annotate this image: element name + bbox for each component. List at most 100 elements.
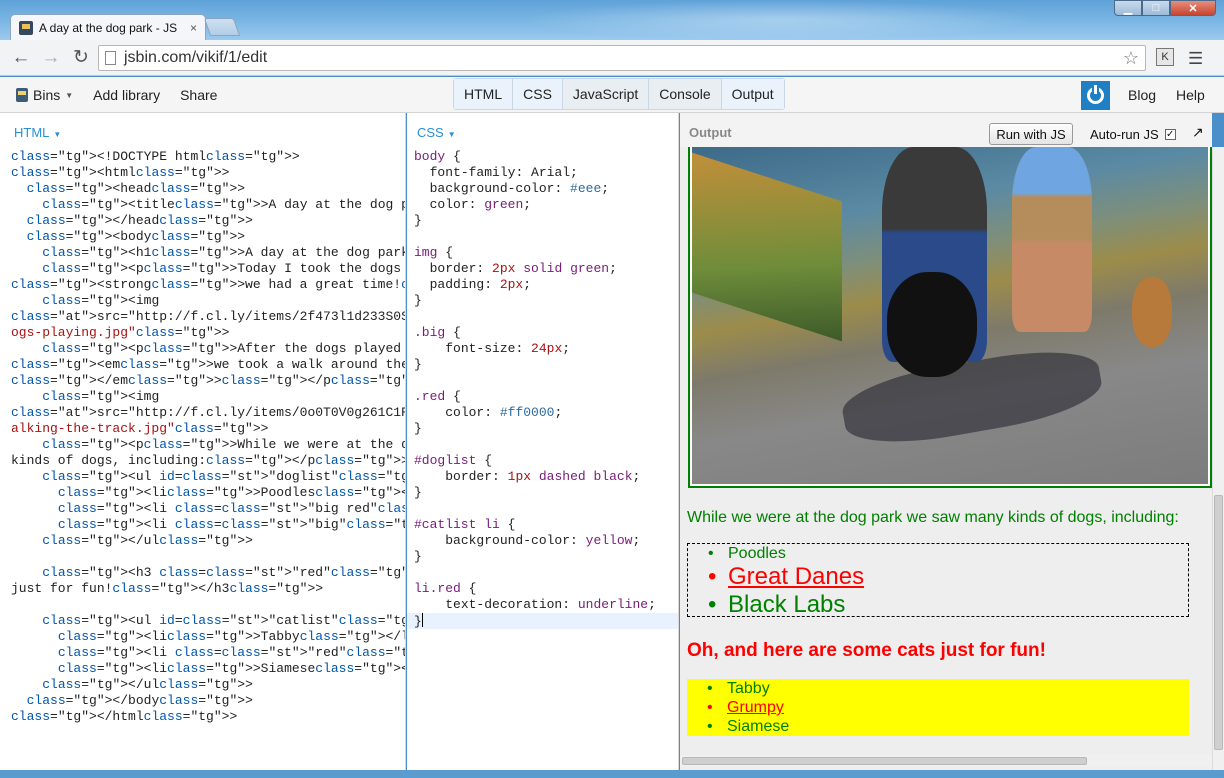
bins-menu[interactable]: Bins ▼: [16, 87, 73, 103]
back-arrow-icon[interactable]: ←: [6, 43, 36, 73]
code-line[interactable]: class="tg"><htmlclass="tg">>: [11, 165, 405, 181]
code-line[interactable]: [414, 437, 678, 453]
code-line[interactable]: class="tg"><li class=class="st">"red"cla…: [11, 645, 405, 661]
output-horizontal-scrollbar[interactable]: [680, 755, 1212, 767]
code-line[interactable]: class="tg"><liclass="tg">>Tabbyclass="tg…: [11, 629, 405, 645]
code-line[interactable]: class="tg"><pclass="tg">>While we were a…: [11, 437, 405, 453]
html-editor-pane[interactable]: HTML ▼ class="tg"><!DOCTYPE htmlclass="tg…: [0, 113, 406, 770]
login-power-icon[interactable]: [1081, 80, 1110, 110]
panel-toggle-javascript[interactable]: JavaScript: [563, 79, 650, 109]
code-line[interactable]: class="tg"><headclass="tg">>: [11, 181, 405, 197]
autorun-toggle[interactable]: Auto-run JS ✓: [1090, 127, 1176, 142]
code-line[interactable]: class="tg"><emclass="tg">>we took a walk…: [11, 357, 405, 373]
code-line[interactable]: color: green;: [414, 197, 678, 213]
code-line[interactable]: just for fun!class="tg"></h3class="tg">>: [11, 581, 405, 597]
code-line[interactable]: [414, 501, 678, 517]
blog-link[interactable]: Blog: [1128, 87, 1156, 103]
code-line[interactable]: [414, 229, 678, 245]
address-bar[interactable]: jsbin.com/vikif/1/edit ☆: [98, 45, 1146, 71]
autorun-checkbox[interactable]: ✓: [1164, 129, 1176, 140]
extension-icon[interactable]: K: [1156, 48, 1174, 66]
chrome-menu-icon[interactable]: ☰: [1188, 49, 1203, 69]
maximize-button[interactable]: □: [1142, 0, 1170, 16]
code-line[interactable]: class="tg"><li class=class="st">"big"cla…: [11, 517, 405, 533]
code-line[interactable]: border: 1px dashed black;: [414, 469, 678, 485]
code-line[interactable]: }: [414, 549, 678, 565]
browser-tab[interactable]: A day at the dog park - JS ×: [10, 14, 206, 40]
panel-toggle-html[interactable]: HTML: [454, 79, 514, 109]
code-line[interactable]: }: [414, 357, 678, 373]
code-line[interactable]: class="at">src="http://f.cl.ly/items/2f4…: [11, 309, 405, 325]
output-vertical-scrollbar[interactable]: [1212, 147, 1224, 770]
code-line[interactable]: }: [414, 293, 678, 309]
panel-toggle-console[interactable]: Console: [649, 79, 722, 109]
code-line[interactable]: font-size: 24px;: [414, 341, 678, 357]
code-line[interactable]: border: 2px solid green;: [414, 261, 678, 277]
code-line[interactable]: font-family: Arial;: [414, 165, 678, 181]
code-line[interactable]: class="tg"><img: [11, 389, 405, 405]
new-tab-button[interactable]: [203, 18, 241, 36]
code-line[interactable]: text-decoration: underline;: [414, 597, 678, 613]
code-line[interactable]: img {: [414, 245, 678, 261]
code-line[interactable]: class="tg"><h3 class=class="st">"red"cla…: [11, 565, 405, 581]
code-line[interactable]: #catlist li {: [414, 517, 678, 533]
scrollbar-thumb[interactable]: [682, 757, 1087, 765]
code-line[interactable]: class="tg"></htmlclass="tg">>: [11, 709, 405, 725]
code-line[interactable]: }: [414, 213, 678, 229]
code-line[interactable]: class="tg"></emclass="tg">>class="tg"></…: [11, 373, 405, 389]
code-line[interactable]: li.red {: [414, 581, 678, 597]
run-with-js-button[interactable]: Run with JS: [989, 123, 1073, 145]
add-library-button[interactable]: Add library: [93, 87, 160, 103]
code-line[interactable]: background-color: #eee;: [414, 181, 678, 197]
reload-icon[interactable]: ↻: [66, 43, 96, 73]
code-line[interactable]: class="tg"><titleclass="tg">>A day at th…: [11, 197, 405, 213]
code-line[interactable]: [414, 373, 678, 389]
code-line[interactable]: class="tg"><pclass="tg">>Today I took th…: [11, 261, 405, 277]
code-line[interactable]: color: #ff0000;: [414, 405, 678, 421]
css-pane-label[interactable]: CSS ▼: [417, 125, 456, 140]
code-line[interactable]: class="tg"><liclass="tg">>Poodlesclass="…: [11, 485, 405, 501]
code-line[interactable]: .big {: [414, 325, 678, 341]
share-button[interactable]: Share: [180, 87, 217, 103]
code-line[interactable]: padding: 2px;: [414, 277, 678, 293]
code-line[interactable]: class="tg"><h1class="tg">>A day at the d…: [11, 245, 405, 261]
minimize-button[interactable]: ▁: [1114, 0, 1142, 16]
code-line[interactable]: class="tg"><strongclass="tg">>we had a g…: [11, 277, 405, 293]
bookmark-star-icon[interactable]: ☆: [1123, 48, 1139, 69]
code-line[interactable]: class="tg"></bodyclass="tg">>: [11, 693, 405, 709]
code-line[interactable]: class="tg"><bodyclass="tg">>: [11, 229, 405, 245]
code-line[interactable]: class="tg"></ulclass="tg">>: [11, 677, 405, 693]
css-code[interactable]: body { font-family: Arial; background-co…: [407, 149, 678, 629]
code-line[interactable]: class="tg"><pclass="tg">>After the dogs …: [11, 341, 405, 357]
code-line[interactable]: class="tg"><li class=class="st">"big red…: [11, 501, 405, 517]
code-line[interactable]: body {: [414, 149, 678, 165]
code-line[interactable]: }: [414, 421, 678, 437]
code-line[interactable]: alking-the-track.jpg"class="tg">>: [11, 421, 405, 437]
html-code[interactable]: class="tg"><!DOCTYPE htmlclass="tg">> cla…: [11, 149, 405, 725]
tab-close-icon[interactable]: ×: [190, 21, 197, 35]
html-pane-label[interactable]: HTML ▼: [14, 125, 61, 140]
panel-toggle-css[interactable]: CSS: [513, 79, 563, 109]
panel-toggle-output[interactable]: Output: [721, 79, 784, 109]
code-line[interactable]: class="tg"><ul id=class="st">"catlist"cl…: [11, 613, 405, 629]
css-editor-pane[interactable]: CSS ▼ body { font-family: Arial; backgrou…: [407, 113, 679, 770]
forward-arrow-icon[interactable]: →: [36, 43, 66, 73]
code-line[interactable]: }: [414, 485, 678, 501]
code-line[interactable]: [11, 597, 405, 613]
code-line[interactable]: background-color: yellow;: [414, 533, 678, 549]
code-line[interactable]: }: [407, 613, 678, 629]
code-line[interactable]: class="at">src="http://f.cl.ly/items/0o0…: [11, 405, 405, 421]
scrollbar-thumb[interactable]: [1214, 495, 1223, 750]
code-line[interactable]: class="tg"></headclass="tg">>: [11, 213, 405, 229]
code-line[interactable]: class="tg"><img: [11, 293, 405, 309]
code-line[interactable]: ogs-playing.jpg"class="tg">>: [11, 325, 405, 341]
popout-arrow-icon[interactable]: ↗: [1192, 124, 1204, 141]
code-line[interactable]: class="tg"><!DOCTYPE htmlclass="tg">>: [11, 149, 405, 165]
url-text[interactable]: jsbin.com/vikif/1/edit: [124, 49, 1123, 67]
code-line[interactable]: kinds of dogs, including:class="tg"></pc…: [11, 453, 405, 469]
code-line[interactable]: .red {: [414, 389, 678, 405]
code-line[interactable]: [414, 309, 678, 325]
code-line[interactable]: class="tg"></ulclass="tg">>: [11, 533, 405, 549]
code-line[interactable]: [11, 549, 405, 565]
help-link[interactable]: Help: [1176, 87, 1205, 103]
